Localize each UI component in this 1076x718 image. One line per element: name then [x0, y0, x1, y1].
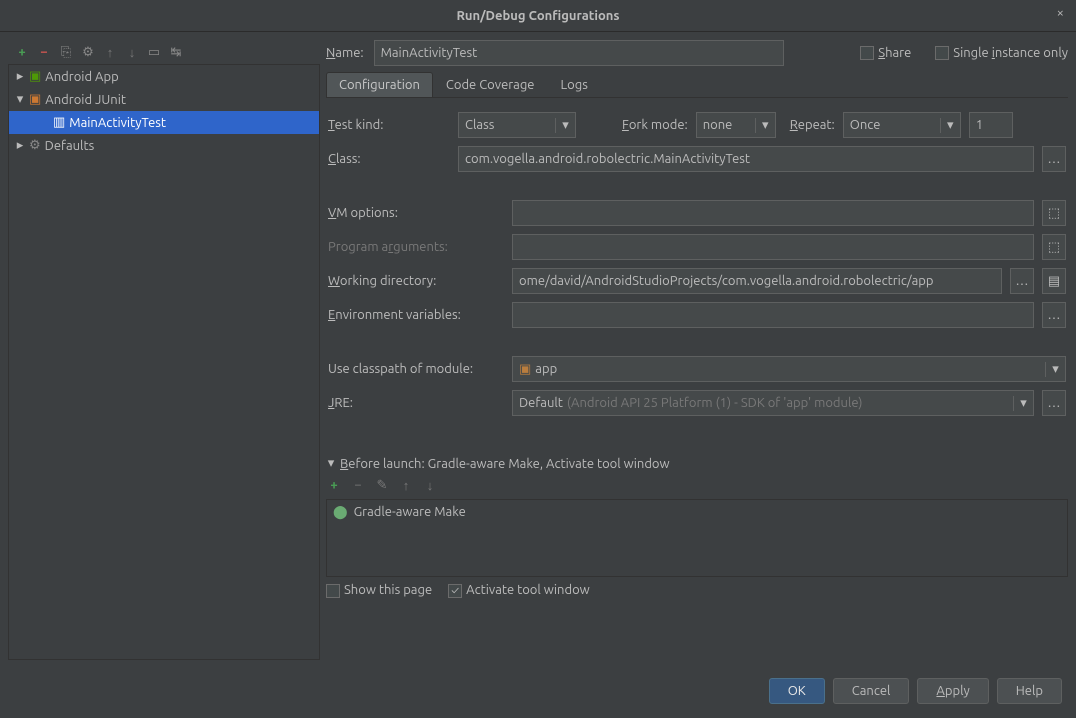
test-icon: ▥	[53, 115, 65, 130]
fork-mode-label: Fork mode:	[622, 118, 688, 132]
gear-icon: ⚙	[29, 138, 41, 153]
before-launch-header[interactable]: ▾ Before launch: Gradle-aware Make, Acti…	[326, 456, 1068, 471]
classpath-label: Use classpath of module:	[328, 362, 504, 376]
before-launch-toolbar: + − ✎ ↑ ↓	[326, 471, 1068, 499]
chevron-down-icon: ▾	[326, 456, 336, 471]
resize-handle[interactable]	[322, 320, 328, 360]
class-label: Class:	[328, 152, 450, 166]
tree-label: Android JUnit	[45, 93, 126, 107]
remove-icon[interactable]: −	[36, 44, 52, 60]
help-button[interactable]: Help	[997, 678, 1062, 704]
folder-icon[interactable]: ▭	[146, 44, 162, 60]
classpath-select[interactable]: ▣app ▾	[512, 356, 1066, 382]
jre-select[interactable]: Default (Android API 25 Platform (1) - S…	[512, 390, 1034, 416]
config-tree: ▸ ▣ Android App ▾ ▣ Android JUnit ▥ Main…	[8, 64, 320, 660]
chevron-down-icon: ▾	[755, 118, 775, 133]
module-icon: ▣	[519, 362, 531, 377]
wrench-icon[interactable]: ⚙	[80, 44, 96, 60]
close-icon[interactable]: ×	[1057, 6, 1064, 20]
gradle-icon: ⬤	[333, 505, 348, 520]
copy-icon[interactable]: ⎘	[58, 44, 74, 60]
up-icon[interactable]: ↑	[398, 477, 414, 493]
config-form: Test kind: Class ▾ Fork mode: none ▾ Rep…	[326, 104, 1068, 420]
right-panel: Name: Share Single instance only Configu…	[326, 40, 1068, 660]
browse-class-button[interactable]: …	[1042, 146, 1066, 172]
working-dir-input[interactable]	[512, 268, 1002, 294]
env-vars-input[interactable]	[512, 302, 1034, 328]
cancel-button[interactable]: Cancel	[833, 678, 910, 704]
repeat-count-input[interactable]	[969, 112, 1013, 138]
class-input[interactable]	[458, 146, 1034, 172]
repeat-label: Repeat:	[790, 118, 835, 132]
fork-mode-select[interactable]: none ▾	[696, 112, 776, 138]
tab-logs[interactable]: Logs	[548, 72, 601, 97]
tree-item-android-app[interactable]: ▸ ▣ Android App	[9, 65, 319, 88]
repeat-select[interactable]: Once ▾	[843, 112, 961, 138]
program-args-label: Program arguments:	[328, 240, 504, 254]
chevron-down-icon: ▾	[1013, 396, 1033, 411]
dialog-footer: OK Cancel Apply Help	[0, 668, 1076, 718]
tree-item-mainactivitytest[interactable]: ▥ MainActivityTest	[9, 111, 319, 134]
down-icon[interactable]: ↓	[124, 44, 140, 60]
expand-args-button[interactable]: ⬚	[1042, 234, 1066, 260]
add-icon[interactable]: +	[326, 477, 342, 493]
env-vars-label: Environment variables:	[328, 308, 504, 322]
titlebar: Run/Debug Configurations ×	[0, 0, 1076, 32]
down-icon[interactable]: ↓	[422, 477, 438, 493]
show-page-checkbox[interactable]: Show this page	[326, 583, 432, 598]
edit-icon[interactable]: ✎	[374, 477, 390, 493]
ok-button[interactable]: OK	[769, 678, 825, 704]
macro-dir-button[interactable]: ▤	[1042, 268, 1066, 294]
vm-options-input[interactable]	[512, 200, 1034, 226]
tree-label: Defaults	[45, 139, 95, 153]
edit-env-button[interactable]: …	[1042, 302, 1066, 328]
browse-dir-button[interactable]: …	[1010, 268, 1034, 294]
jre-label: JRE:	[328, 396, 504, 410]
run-icon: ▣	[29, 69, 41, 84]
tree-label: MainActivityTest	[69, 116, 166, 130]
tab-code-coverage[interactable]: Code Coverage	[433, 72, 548, 97]
list-item[interactable]: ⬤ Gradle-aware Make	[327, 500, 1067, 524]
before-launch-list: ⬤ Gradle-aware Make	[326, 499, 1068, 577]
test-kind-label: Test kind:	[328, 118, 450, 132]
chevron-down-icon: ▾	[940, 118, 960, 133]
browse-jre-button[interactable]: …	[1042, 390, 1066, 416]
chevron-right-icon: ▸	[15, 69, 25, 84]
left-panel: + − ⎘ ⚙ ↑ ↓ ▭ ↹ ▸ ▣ Android App ▾ ▣ Andr…	[8, 40, 320, 660]
single-instance-checkbox[interactable]: Single instance only	[935, 46, 1068, 61]
tree-toolbar: + − ⎘ ⚙ ↑ ↓ ▭ ↹	[8, 40, 320, 64]
apply-button[interactable]: Apply	[917, 678, 988, 704]
chevron-down-icon: ▾	[1045, 362, 1065, 377]
expand-vm-button[interactable]: ⬚	[1042, 200, 1066, 226]
up-icon[interactable]: ↑	[102, 44, 118, 60]
name-label: Name:	[326, 46, 364, 60]
tab-configuration[interactable]: Configuration	[326, 72, 433, 97]
tree-label: Android App	[45, 70, 118, 84]
tree-item-android-junit[interactable]: ▾ ▣ Android JUnit	[9, 88, 319, 111]
name-input[interactable]	[374, 40, 784, 66]
chevron-down-icon: ▾	[555, 118, 575, 133]
before-launch-section: ▾ Before launch: Gradle-aware Make, Acti…	[326, 456, 1068, 604]
program-args-input[interactable]	[512, 234, 1034, 260]
share-checkbox[interactable]: Share	[860, 46, 911, 61]
add-icon[interactable]: +	[14, 44, 30, 60]
junit-icon: ▣	[29, 92, 41, 107]
collapse-icon[interactable]: ↹	[168, 44, 184, 60]
tree-item-defaults[interactable]: ▸ ⚙ Defaults	[9, 134, 319, 157]
vm-options-label: VM options:	[328, 206, 504, 220]
remove-icon[interactable]: −	[350, 477, 366, 493]
chevron-right-icon: ▸	[15, 138, 25, 153]
test-kind-select[interactable]: Class ▾	[458, 112, 576, 138]
name-row: Name: Share Single instance only	[326, 40, 1068, 66]
chevron-down-icon: ▾	[15, 92, 25, 107]
tabs: Configuration Code Coverage Logs	[326, 72, 1068, 98]
window-title: Run/Debug Configurations	[456, 9, 619, 23]
working-dir-label: Working directory:	[328, 274, 504, 288]
activate-window-checkbox[interactable]: Activate tool window	[448, 583, 590, 598]
